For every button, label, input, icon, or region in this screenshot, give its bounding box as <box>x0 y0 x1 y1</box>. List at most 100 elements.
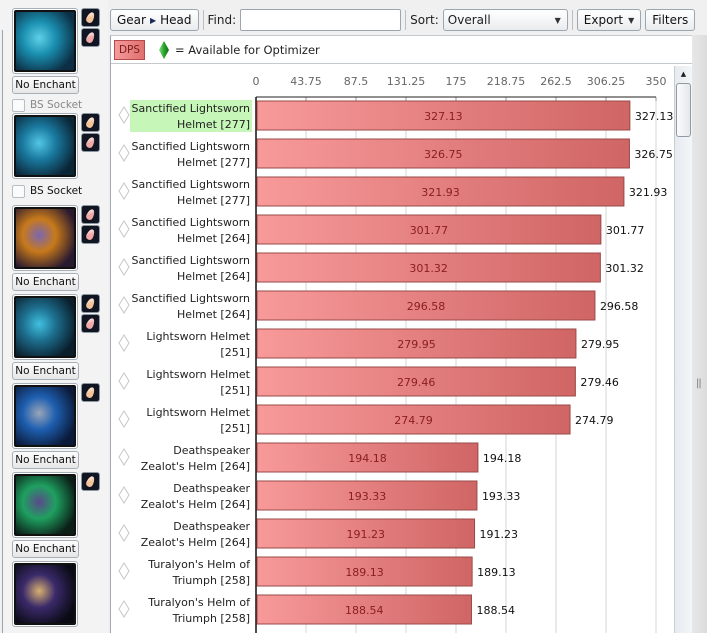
item-wrist-icon[interactable] <box>12 472 78 538</box>
legend-optimizer-label: = Available for Optimizer <box>175 42 320 57</box>
item-name-line1: Sanctified Lightsworn <box>132 292 251 305</box>
item-name-line2: Helmet [277] <box>177 156 250 169</box>
chevron-down-icon: ▼ <box>628 15 635 25</box>
dps-value-label: 301.32 <box>605 262 644 275</box>
legend-dps-swatch: DPS <box>114 39 145 60</box>
breadcrumb-root: Gear <box>117 13 146 27</box>
bs-socket-label: BS Socket <box>30 185 83 197</box>
scroll-thumb[interactable] <box>676 83 691 137</box>
dps-bar-inner-label: 194.18 <box>348 452 387 465</box>
gem-socket-icon[interactable] <box>81 383 100 402</box>
toolbar-separator <box>405 10 407 30</box>
filters-button[interactable]: Filters <box>645 9 696 31</box>
gem-socket-icon[interactable] <box>81 205 100 224</box>
x-tick-label: 306.25 <box>587 75 626 88</box>
x-tick-label: 0 <box>253 75 260 88</box>
dps-value-label: 321.93 <box>629 186 668 199</box>
gem-socket-icon[interactable] <box>81 314 100 333</box>
export-label: Export <box>583 13 624 27</box>
dps-value-label: 301.77 <box>606 224 645 237</box>
item-artwork <box>14 296 76 358</box>
item-name-line1: Turalyon's Helm of <box>147 596 251 609</box>
splitter-grip-icon: || <box>696 378 702 389</box>
chart-row[interactable]: Sanctified Lightsworn Helmet [277] 327.13 3… <box>118 100 674 132</box>
item-artwork <box>14 385 76 447</box>
checkbox-icon[interactable] <box>12 184 25 198</box>
item-name-line2: Helmet [264] <box>177 270 250 283</box>
item-shoulder-icon[interactable] <box>12 205 78 271</box>
left-panel-border <box>0 30 3 633</box>
dps-bar-inner-label: 301.32 <box>409 262 448 275</box>
x-tick-label: 87.5 <box>344 75 369 88</box>
vertical-scrollbar[interactable]: ▲ <box>674 66 692 633</box>
enchant-button[interactable]: No Enchant <box>12 540 79 558</box>
gem-socket-icon[interactable] <box>81 113 100 132</box>
item-back-icon[interactable] <box>12 294 78 360</box>
dps-bar-inner-label: 191.23 <box>347 528 386 541</box>
bs-socket-checkbox[interactable]: BS Socket <box>12 183 82 199</box>
dps-value-label: 191.23 <box>480 528 519 541</box>
item-name-line2: Zealot's Helm [264] <box>141 536 250 549</box>
panel-splitter[interactable]: || <box>692 35 707 633</box>
item-name-line2: [251] <box>220 346 250 359</box>
bs-socket-checkbox[interactable]: BS Socket <box>12 97 82 113</box>
gem-socket-icon[interactable] <box>81 294 100 313</box>
item-name-line2: Zealot's Helm [264] <box>141 498 250 511</box>
x-tick-label: 131.25 <box>387 75 426 88</box>
gem-icon <box>85 208 96 221</box>
sort-value: Overall <box>447 13 491 27</box>
gem-socket-icon[interactable] <box>81 472 100 491</box>
item-hands-icon[interactable] <box>12 561 78 627</box>
item-name-line2: Triumph [258] <box>172 574 250 587</box>
item-name-line2: Helmet [264] <box>177 232 250 245</box>
x-tick-label: 218.75 <box>487 75 526 88</box>
gem-icon <box>85 116 96 129</box>
gem-socket-icon[interactable] <box>81 133 100 152</box>
gear-slots-panel: No Enchant BS Socket BS Socket No Enchant No… <box>0 0 108 633</box>
gem-socket-icon[interactable] <box>81 28 100 47</box>
enchant-button[interactable]: No Enchant <box>12 273 79 291</box>
dps-value-label: 188.54 <box>476 604 514 617</box>
gem-icon <box>85 136 96 149</box>
dps-value-label: 193.33 <box>482 490 521 503</box>
item-name-line2: Helmet [277] <box>177 194 250 207</box>
enchant-button[interactable]: No Enchant <box>12 451 79 469</box>
item-name-line2: Triumph [258] <box>172 612 250 625</box>
gem-icon <box>85 11 96 24</box>
item-name-line2: Zealot's Helm [264] <box>141 460 250 473</box>
sort-dropdown[interactable]: Overall ▼ <box>442 9 568 31</box>
item-name-line1: Lightsworn Helmet <box>146 368 250 381</box>
toolbar-separator <box>571 10 573 30</box>
item-head-icon[interactable] <box>12 8 78 74</box>
dps-value-label: 327.13 <box>635 110 674 123</box>
x-tick-label: 175 <box>446 75 467 88</box>
export-button[interactable]: Export ▼ <box>576 9 642 31</box>
enchant-button[interactable]: No Enchant <box>12 76 79 94</box>
x-tick-label: 262.5 <box>540 75 572 88</box>
item-name-line2: [251] <box>220 384 250 397</box>
dps-value-label: 279.95 <box>581 338 620 351</box>
item-neck-icon[interactable] <box>12 113 78 179</box>
gem-socket-icon[interactable] <box>81 8 100 27</box>
item-artwork <box>14 10 76 72</box>
item-name-line1: Lightsworn Helmet <box>146 406 250 419</box>
toolbar: Gear ▶ Head Find: Sort: Overall ▼ Export… <box>110 6 707 34</box>
item-artwork <box>14 474 76 536</box>
scroll-up-arrow-icon[interactable]: ▲ <box>675 66 692 82</box>
legend: DPS = Available for Optimizer <box>111 36 693 64</box>
item-chest-icon[interactable] <box>12 383 78 449</box>
chevron-down-icon: ▼ <box>554 15 561 25</box>
item-name-line1: Sanctified Lightsworn <box>132 216 251 229</box>
rawr-gear-comparison-window: No Enchant BS Socket BS Socket No Enchant No… <box>0 0 707 633</box>
enchant-button[interactable]: No Enchant <box>12 362 79 380</box>
checkbox-icon[interactable] <box>12 98 25 112</box>
item-name-line2: [251] <box>220 422 250 435</box>
dps-bar-inner-label: 189.13 <box>345 566 384 579</box>
gem-socket-icon[interactable] <box>81 225 100 244</box>
item-artwork <box>14 115 76 177</box>
item-name-line1: Deathspeaker <box>173 482 250 495</box>
find-input[interactable] <box>240 9 402 31</box>
breadcrumb-button[interactable]: Gear ▶ Head <box>110 9 199 31</box>
gem-icon <box>85 228 96 241</box>
dps-value-label: 326.75 <box>634 148 673 161</box>
